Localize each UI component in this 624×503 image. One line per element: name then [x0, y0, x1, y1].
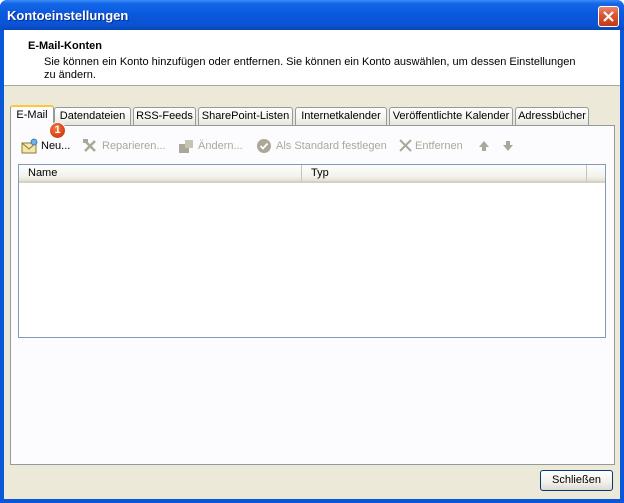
tab-address-books[interactable]: Adressbücher [515, 107, 589, 125]
remove-button[interactable]: Entfernen [398, 137, 466, 155]
delete-x-icon [399, 139, 412, 152]
set-default-button-label: Als Standard festlegen [276, 140, 387, 152]
repair-button[interactable]: Reparieren... [82, 137, 170, 155]
section-title: E-Mail-Konten [28, 40, 102, 52]
repair-tools-icon [83, 139, 96, 152]
callout-badge: 1 [49, 122, 66, 139]
tab-published-calendars[interactable]: Veröffentlichte Kalender [389, 107, 513, 125]
arrow-up-icon [479, 141, 489, 151]
new-account-button[interactable]: Neu... [21, 137, 73, 155]
dialog-window: Kontoeinstellungen E-Mail-Konten Sie kön… [0, 0, 624, 503]
move-down-button[interactable] [501, 137, 515, 155]
window-title: Kontoeinstellungen [7, 8, 129, 23]
account-list[interactable]: Name Typ [18, 164, 606, 338]
change-settings-icon [179, 140, 193, 153]
tab-internet-calendars[interactable]: Internetkalender [295, 107, 387, 125]
close-icon [603, 11, 614, 22]
repair-button-label: Reparieren... [102, 140, 166, 152]
change-button[interactable]: Ändern... [178, 137, 248, 155]
arrow-down-icon [503, 141, 513, 151]
column-header-name[interactable]: Name [19, 165, 302, 182]
tab-email[interactable]: E-Mail [10, 105, 54, 126]
new-button-label: Neu... [41, 140, 71, 152]
remove-button-label: Entfernen [415, 140, 463, 152]
tab-data-files[interactable]: Datendateien [54, 107, 131, 125]
column-header-type[interactable]: Typ [302, 165, 587, 182]
window-close-button[interactable] [598, 6, 619, 27]
new-mail-account-icon [21, 138, 38, 154]
column-header-filler [587, 165, 605, 182]
set-default-button[interactable]: Als Standard festlegen [256, 137, 389, 155]
close-dialog-button-label: Schließen [552, 474, 601, 486]
dialog-client-area: E-Mail-Konten Sie können ein Konto hinzu… [4, 30, 620, 499]
section-description: Sie können ein Konto hinzufügen oder ent… [44, 56, 576, 81]
tab-sharepoint-lists[interactable]: SharePoint-Listen [198, 107, 293, 125]
tab-rss-feeds[interactable]: RSS-Feeds [133, 107, 196, 125]
change-button-label: Ändern... [198, 140, 243, 152]
checkmark-circle-icon [257, 139, 271, 153]
close-dialog-button[interactable]: Schließen [540, 470, 613, 491]
move-up-button[interactable] [477, 137, 491, 155]
header-panel: E-Mail-Konten Sie können ein Konto hinzu… [4, 30, 620, 86]
title-bar[interactable]: Kontoeinstellungen [0, 0, 624, 30]
list-header: Name Typ [19, 165, 605, 183]
